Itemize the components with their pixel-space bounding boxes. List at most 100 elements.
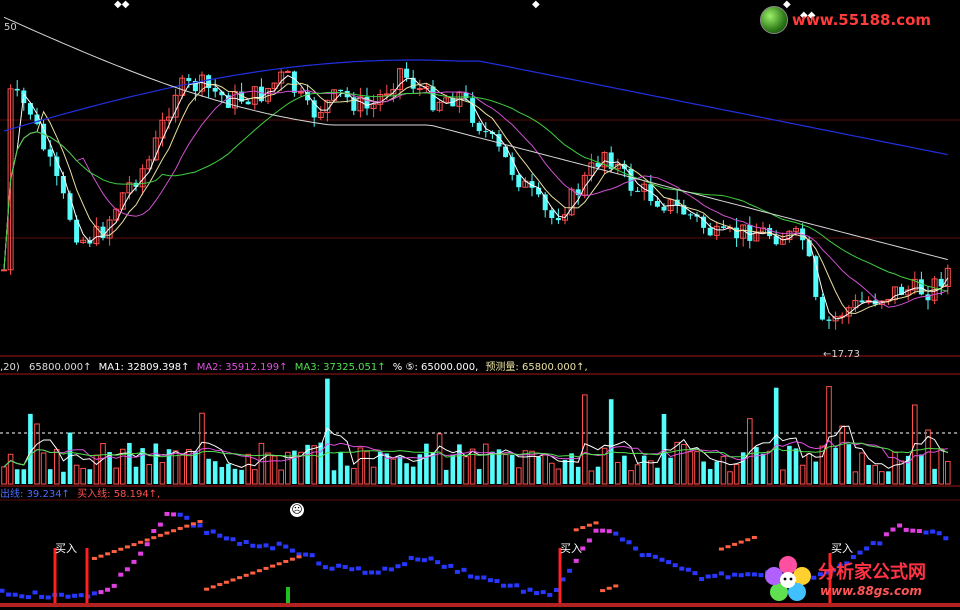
- volume-bar-up: [265, 452, 271, 485]
- indicator-dot: [692, 571, 698, 576]
- indicator-dot: [520, 589, 526, 594]
- indicator-dot-secondary: [573, 528, 579, 532]
- indicator-dot: [890, 527, 896, 532]
- volume-bar-down: [318, 442, 324, 484]
- price-candles[interactable]: [1, 62, 951, 330]
- volume-bar-down: [206, 458, 211, 484]
- indicator-dot-secondary: [745, 538, 751, 542]
- chart-canvas[interactable]: [0, 0, 960, 610]
- indicator-dot: [943, 536, 949, 541]
- volume-bar-down: [846, 444, 852, 484]
- indicator-dot: [553, 588, 559, 593]
- candle-up: [1, 269, 7, 272]
- volume-bar-up: [615, 461, 621, 485]
- indicator-dot: [369, 570, 375, 575]
- volume-bar-down: [377, 451, 383, 484]
- indicator-dot: [732, 572, 738, 577]
- candle-down: [549, 210, 555, 219]
- indicator-dot: [415, 557, 421, 562]
- indicator-dot-secondary: [105, 552, 111, 556]
- indicator-dot: [131, 559, 137, 564]
- indicator-dot: [336, 563, 342, 568]
- indicator-dot: [619, 537, 625, 542]
- indicator-dot-secondary: [124, 545, 130, 549]
- indicator-dot: [322, 565, 328, 570]
- indicator-dot: [402, 562, 408, 567]
- buy-line-value: 58.194↑,: [113, 489, 161, 500]
- indicator-dot-secondary: [210, 585, 216, 589]
- indicator-dot-secondary: [600, 589, 606, 593]
- volume-bar-up: [799, 464, 806, 485]
- volume-bar-up: [542, 454, 549, 485]
- candle-down: [918, 279, 924, 295]
- candle-down: [813, 256, 819, 297]
- volume-bar-down: [67, 432, 73, 484]
- indicator-dot: [0, 588, 5, 593]
- indicator-dot: [646, 552, 652, 557]
- indicator-dot: [65, 594, 71, 599]
- volume-bar-up: [859, 452, 865, 485]
- ma1-label: MA1:: [98, 362, 124, 373]
- candle-down: [661, 206, 667, 211]
- volume-bar-down: [569, 453, 574, 484]
- buy-signal-bar: [85, 548, 89, 603]
- volume-bar-up: [516, 467, 522, 485]
- volume-bars[interactable]: [1, 378, 951, 485]
- volume-bar-down: [193, 451, 198, 484]
- indicator-dot-secondary: [118, 547, 124, 551]
- indicator-dot: [626, 540, 632, 545]
- indicator-dot: [151, 529, 157, 534]
- indicator-dot-secondary: [131, 543, 137, 547]
- indicator-dot: [593, 528, 599, 533]
- forecast-label: 预测量:: [485, 362, 519, 373]
- indicator-dot: [712, 573, 718, 578]
- volume-bar-down: [886, 471, 891, 484]
- candle-down: [14, 88, 20, 91]
- volume-bar-up: [7, 453, 14, 485]
- site-logo-bottom[interactable]: 分析家公式网 www.88gs.com: [760, 552, 960, 608]
- indicator-dot-secondary: [177, 526, 183, 530]
- volume-bar-up: [852, 471, 859, 485]
- indicator-dot: [250, 543, 256, 548]
- indicator-dot: [329, 566, 335, 571]
- price-ma-long-line: [3, 16, 948, 261]
- candle-up: [298, 91, 304, 94]
- indicator-dot-secondary: [738, 540, 744, 544]
- indicator-dot-secondary: [144, 538, 150, 542]
- indicator-dot: [204, 530, 210, 535]
- indicator-dot-secondary: [171, 529, 177, 533]
- volume-bar-down: [714, 461, 720, 484]
- volume-header: ,20) 65800.000↑ MA1: 32809.398↑ MA2: 359…: [0, 362, 588, 374]
- candle-up: [383, 93, 390, 96]
- indicator-dot-secondary: [217, 583, 223, 587]
- indicator-dot: [600, 528, 606, 533]
- indicator-dot: [243, 539, 249, 544]
- volume-bar-down: [127, 442, 132, 484]
- volume-bar-up: [245, 453, 251, 485]
- ma1-value: 32809.398↑: [127, 362, 190, 373]
- price-ma-line: [3, 75, 949, 320]
- indicator-dot: [210, 529, 216, 534]
- volume-bar-up: [278, 469, 284, 485]
- indicator-dot: [501, 583, 507, 588]
- indicator-dot: [428, 556, 434, 561]
- indicator-dot: [534, 591, 540, 596]
- indicator-dot-secondary: [732, 542, 738, 546]
- indicator-dot-secondary: [276, 562, 282, 566]
- indicator-dot-secondary: [751, 535, 757, 539]
- candle-down: [245, 101, 251, 105]
- indicator-dot: [58, 592, 64, 597]
- volume-bar-up: [40, 452, 47, 485]
- volume-bar-down: [14, 469, 20, 484]
- volume-bar-up: [628, 470, 634, 485]
- indicator-dot: [263, 543, 269, 548]
- volume-bar-down: [919, 454, 924, 484]
- candle-down: [47, 149, 53, 157]
- candle-down: [654, 200, 660, 207]
- site-logo-top[interactable]: www.55188.com: [760, 4, 956, 36]
- volume-bar-up: [364, 451, 370, 485]
- indicator-dot: [124, 567, 130, 572]
- indicator-dot: [606, 529, 612, 534]
- indicator-dot: [184, 515, 190, 520]
- indicator-dot: [672, 563, 678, 568]
